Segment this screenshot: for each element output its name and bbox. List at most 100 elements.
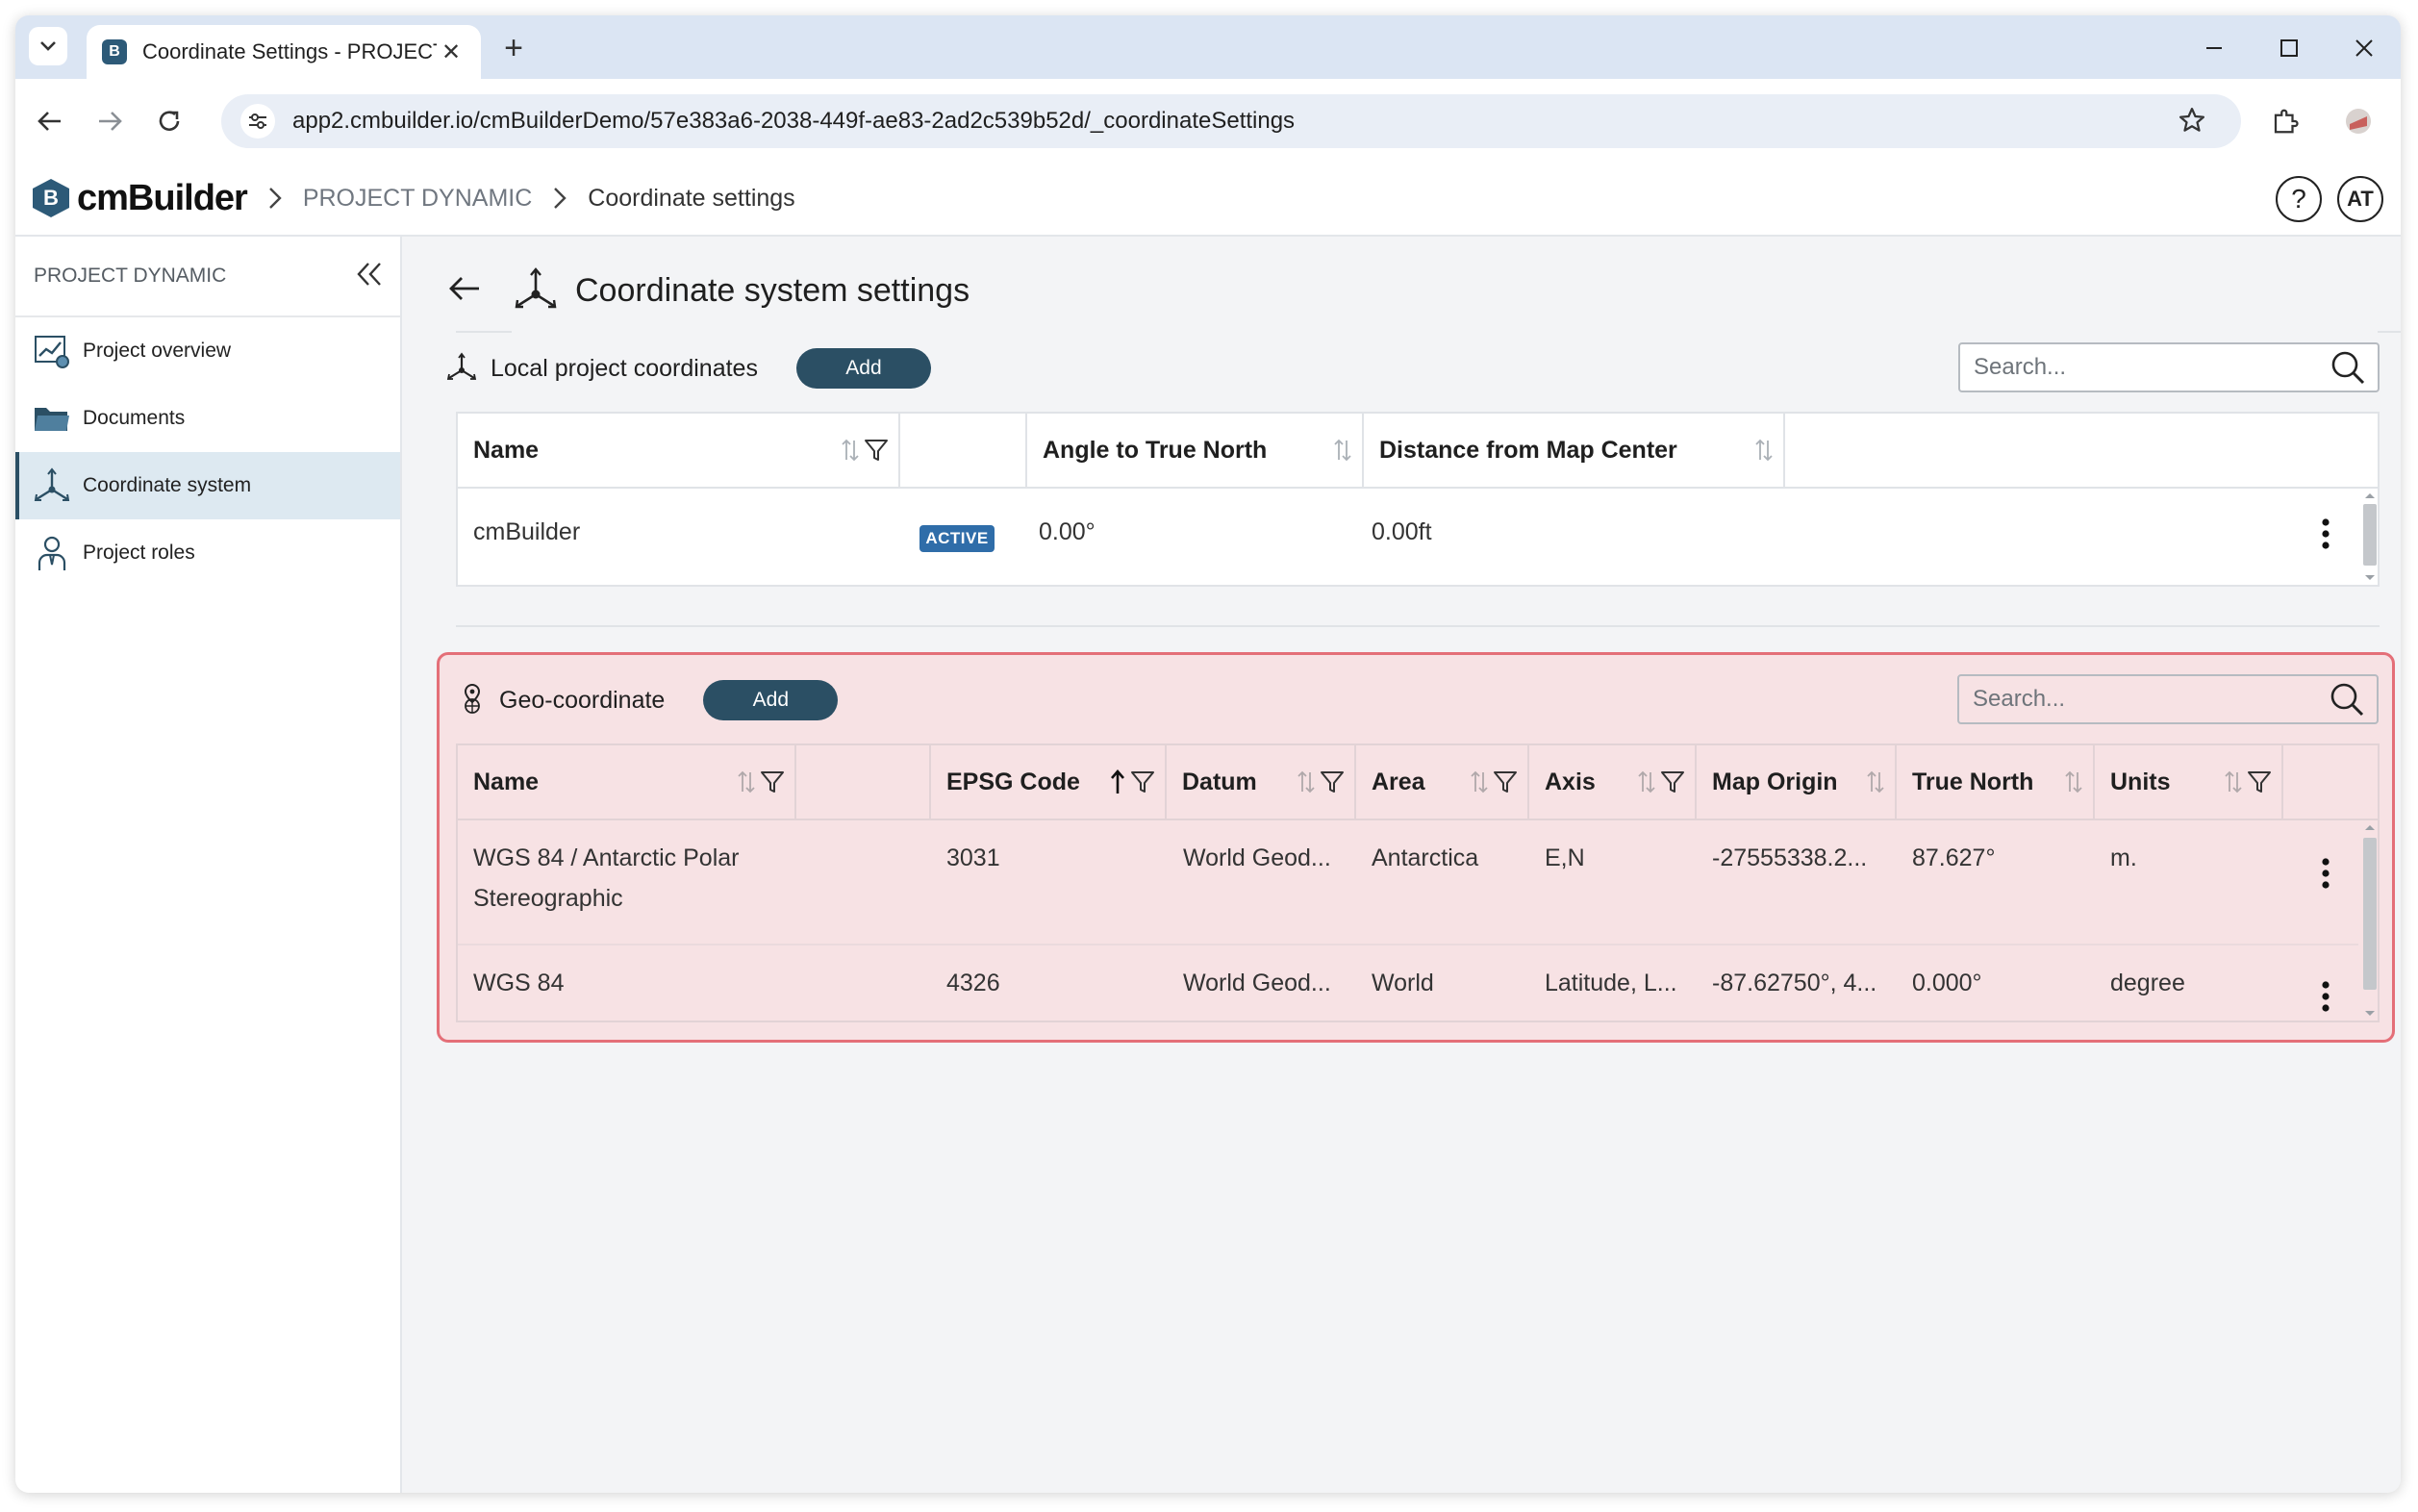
column-header-area[interactable]: Area [1356, 745, 1529, 819]
sidebar-item-coordinate-system[interactable]: Coordinate system [15, 452, 400, 519]
sort-icon[interactable] [1297, 769, 1316, 795]
arrow-right-icon [99, 112, 122, 131]
column-header-distance[interactable]: Distance from Map Center [1364, 414, 1785, 487]
back-button[interactable] [29, 100, 71, 142]
scroll-up-icon [2365, 825, 2375, 830]
cell-true-north: 0.000° [1912, 970, 1982, 996]
local-section-title: Local project coordinates [491, 354, 758, 382]
arrow-left-icon [449, 276, 479, 300]
kebab-icon [2322, 981, 2330, 1012]
search-icon[interactable] [2330, 349, 2366, 386]
cell-true-north: 87.627° [1912, 844, 1996, 871]
cell-epsg: 3031 [946, 844, 1000, 871]
column-header-epsg[interactable]: EPSG Code [931, 745, 1167, 819]
filter-icon[interactable] [1493, 769, 1518, 794]
row-menu-button[interactable] [2308, 976, 2343, 1017]
column-header-angle[interactable]: Angle to True North [1027, 414, 1364, 487]
tab-search-button[interactable] [29, 27, 67, 65]
table-scrollbar[interactable] [2360, 822, 2377, 1021]
scroll-thumb[interactable] [2363, 838, 2377, 990]
site-settings-icon[interactable] [240, 104, 275, 139]
chevron-right-icon [553, 187, 567, 210]
logo-text: cmBuilder [77, 177, 248, 218]
row-menu-button[interactable] [2308, 514, 2343, 554]
column-header-units[interactable]: Units [2095, 745, 2283, 819]
cell-name: WGS 84 / Antarctic Polar [473, 844, 740, 871]
filter-icon[interactable] [1130, 769, 1155, 794]
sidebar-item-label: Documents [83, 407, 186, 429]
close-tab-button[interactable]: ✕ [437, 38, 466, 66]
profile-button[interactable] [2337, 100, 2380, 142]
forward-button[interactable] [88, 100, 131, 142]
filter-icon[interactable] [1660, 769, 1685, 794]
chart-icon [33, 332, 71, 370]
folder-icon [33, 399, 71, 438]
cell-name-line2: Stereographic [473, 885, 623, 912]
column-header-name[interactable]: Name [458, 745, 796, 819]
collapse-sidebar-button[interactable] [356, 262, 383, 291]
row-menu-button[interactable] [2308, 853, 2343, 894]
user-avatar-button[interactable]: AT [2337, 176, 2383, 222]
minimize-button[interactable] [2193, 29, 2235, 67]
close-window-button[interactable] [2343, 29, 2385, 67]
favicon-icon: B [102, 39, 127, 64]
filter-icon[interactable] [760, 769, 785, 794]
sort-icon[interactable] [1866, 769, 1885, 795]
column-header-datum[interactable]: Datum [1167, 745, 1356, 819]
close-icon [2355, 39, 2373, 57]
column-header-true-north[interactable]: True North [1897, 745, 2095, 819]
sort-icon[interactable] [1470, 769, 1489, 795]
column-header-name[interactable]: Name [458, 414, 900, 487]
sidebar-item-label: Project overview [83, 340, 232, 362]
browser-tab[interactable]: B Coordinate Settings - PROJECT ✕ [87, 25, 481, 79]
filter-icon[interactable] [2247, 769, 2272, 794]
sidebar-item-label: Coordinate system [83, 474, 252, 496]
omnibox[interactable]: app2.cmbuilder.io/cmBuilderDemo/57e383a6… [221, 94, 2241, 148]
sort-icon[interactable] [737, 769, 756, 795]
sidebar-item-documents[interactable]: Documents [15, 385, 400, 452]
reload-button[interactable] [148, 100, 190, 142]
sort-icon[interactable] [1754, 437, 1774, 464]
sort-icon[interactable] [2064, 769, 2083, 795]
bookmark-button[interactable] [2178, 106, 2206, 139]
local-search-input[interactable] [1974, 354, 2330, 381]
geo-search-input[interactable] [1973, 686, 2329, 713]
sidebar: PROJECT DYNAMIC Project overview Documen… [15, 237, 402, 1493]
cell-axis: Latitude, L... [1545, 970, 1677, 996]
main-content: Coordinate system settings Local project… [404, 237, 2401, 1493]
add-geo-button[interactable]: Add [703, 680, 839, 720]
search-icon[interactable] [2329, 681, 2365, 718]
filter-icon[interactable] [864, 438, 889, 463]
sort-icon[interactable] [1333, 437, 1352, 464]
new-tab-button[interactable]: + [494, 29, 533, 67]
column-header-status [900, 414, 1027, 487]
tab-strip: B Coordinate Settings - PROJECT ✕ + [15, 15, 2401, 79]
breadcrumb-project[interactable]: PROJECT DYNAMIC [303, 185, 532, 213]
extensions-button[interactable] [2264, 100, 2306, 142]
scroll-down-icon [2365, 575, 2375, 580]
sort-ascending-icon[interactable] [1109, 769, 1126, 795]
breadcrumb-current: Coordinate settings [588, 184, 795, 212]
sort-icon[interactable] [2224, 769, 2243, 795]
profile-avatar-icon [2346, 109, 2371, 134]
sort-icon[interactable] [1637, 769, 1656, 795]
filter-icon[interactable] [1320, 769, 1345, 794]
column-header-axis[interactable]: Axis [1529, 745, 1697, 819]
column-header-map-origin[interactable]: Map Origin [1697, 745, 1897, 819]
app-logo[interactable]: B cmBuilder [33, 177, 248, 219]
sidebar-item-label: Project roles [83, 542, 195, 564]
cell-axis: E,N [1545, 844, 1585, 871]
cell-epsg: 4326 [946, 970, 1000, 996]
sidebar-item-project-overview[interactable]: Project overview [15, 317, 400, 385]
back-arrow-button[interactable] [448, 275, 481, 307]
sidebar-item-project-roles[interactable]: Project roles [15, 519, 400, 587]
chevron-down-icon [40, 41, 56, 51]
kebab-icon [2322, 858, 2330, 889]
add-local-button[interactable]: Add [795, 348, 931, 389]
help-button[interactable]: ? [2276, 176, 2322, 222]
sort-icon[interactable] [841, 437, 860, 464]
scroll-thumb[interactable] [2363, 504, 2377, 566]
maximize-button[interactable] [2268, 29, 2310, 67]
app-header: B cmBuilder PROJECT DYNAMIC Coordinate s… [15, 162, 2401, 237]
table-scrollbar[interactable] [2360, 491, 2377, 585]
